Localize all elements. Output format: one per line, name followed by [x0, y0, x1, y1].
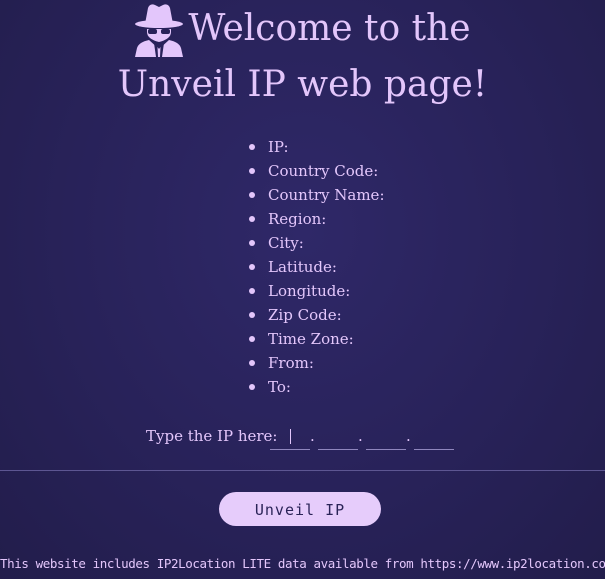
page-title-line-2: Unveil IP web page! [117, 64, 488, 105]
list-item-longitude: Longitude: [245, 281, 385, 305]
info-label: Time Zone: [268, 330, 354, 348]
list-item-latitude: Latitude: [245, 257, 385, 281]
bullet-icon [249, 336, 255, 342]
bullet-icon [249, 144, 255, 150]
info-label: To: [268, 378, 291, 396]
info-label: Longitude: [268, 282, 351, 300]
info-label: Country Name: [268, 186, 385, 204]
bullet-icon [249, 240, 255, 246]
bullet-icon [249, 384, 255, 390]
bullet-icon [249, 168, 255, 174]
list-item-from: From: [245, 353, 385, 377]
ip-separator: . [310, 427, 315, 445]
info-label: Latitude: [268, 258, 337, 276]
info-label: City: [268, 234, 304, 252]
ip-octet-2-input[interactable] [318, 425, 358, 450]
list-item-zip-code: Zip Code: [245, 305, 385, 329]
list-item-time-zone: Time Zone: [245, 329, 385, 353]
info-label: Region: [268, 210, 327, 228]
bullet-icon [249, 312, 255, 318]
info-label: From: [268, 354, 314, 372]
bullet-icon [249, 192, 255, 198]
ip-info-list: IP: Country Code: Country Name: Region: … [245, 137, 385, 401]
info-label: Country Code: [268, 162, 379, 180]
ip-separator: . [406, 427, 411, 445]
list-item-country-code: Country Code: [245, 161, 385, 185]
page-title-line-1: Welcome to the [188, 8, 471, 49]
list-item-city: City: [245, 233, 385, 257]
bullet-icon [249, 264, 255, 270]
list-item-ip: IP: [245, 137, 385, 161]
ip-octet-3-input[interactable] [366, 425, 406, 450]
attribution-footer: This website includes IP2Location LITE d… [0, 556, 605, 571]
bullet-icon [249, 288, 255, 294]
ip-input-label: Type the IP here: [146, 427, 278, 445]
info-label: IP: [268, 138, 289, 156]
ip-octet-4-input[interactable] [414, 425, 454, 450]
info-label: Zip Code: [268, 306, 342, 324]
unveil-ip-button[interactable]: Unveil IP [219, 492, 381, 526]
list-item-country-name: Country Name: [245, 185, 385, 209]
section-divider [0, 470, 605, 471]
bullet-icon [249, 216, 255, 222]
text-caret [290, 429, 291, 444]
list-item-region: Region: [245, 209, 385, 233]
bullet-icon [249, 360, 255, 366]
list-item-to: To: [245, 377, 385, 401]
ip-separator: . [358, 427, 363, 445]
